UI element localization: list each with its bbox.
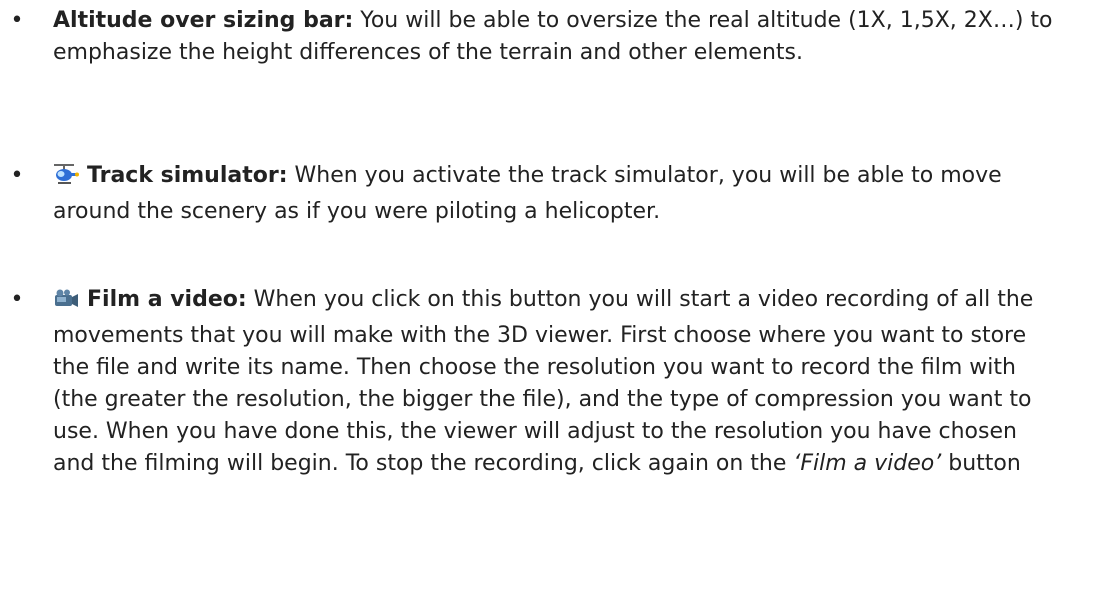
document-page: • Altitude over sizing bar: You will be …: [0, 0, 1097, 612]
bullet: •: [10, 163, 24, 188]
bullet: •: [10, 8, 24, 33]
item-title: Altitude over sizing bar:: [53, 8, 354, 33]
bullet: •: [10, 287, 24, 312]
item-text: When you click on this button you will s…: [53, 287, 1034, 476]
video-camera-icon: [53, 288, 79, 320]
item-text-end: button: [941, 451, 1021, 476]
item-title: Track simulator:: [87, 163, 288, 188]
list-item-track-simulator: • Track simulator: When you activate the…: [11, 160, 1053, 228]
item-title: Film a video:: [87, 287, 247, 312]
list-item-film-video: • Film a video: When you click on this b…: [11, 284, 1053, 480]
helicopter-icon: [53, 162, 79, 196]
list-item-altitude: • Altitude over sizing bar: You will be …: [11, 5, 1053, 69]
button-name-emphasis: ‘Film a video’: [793, 451, 942, 476]
